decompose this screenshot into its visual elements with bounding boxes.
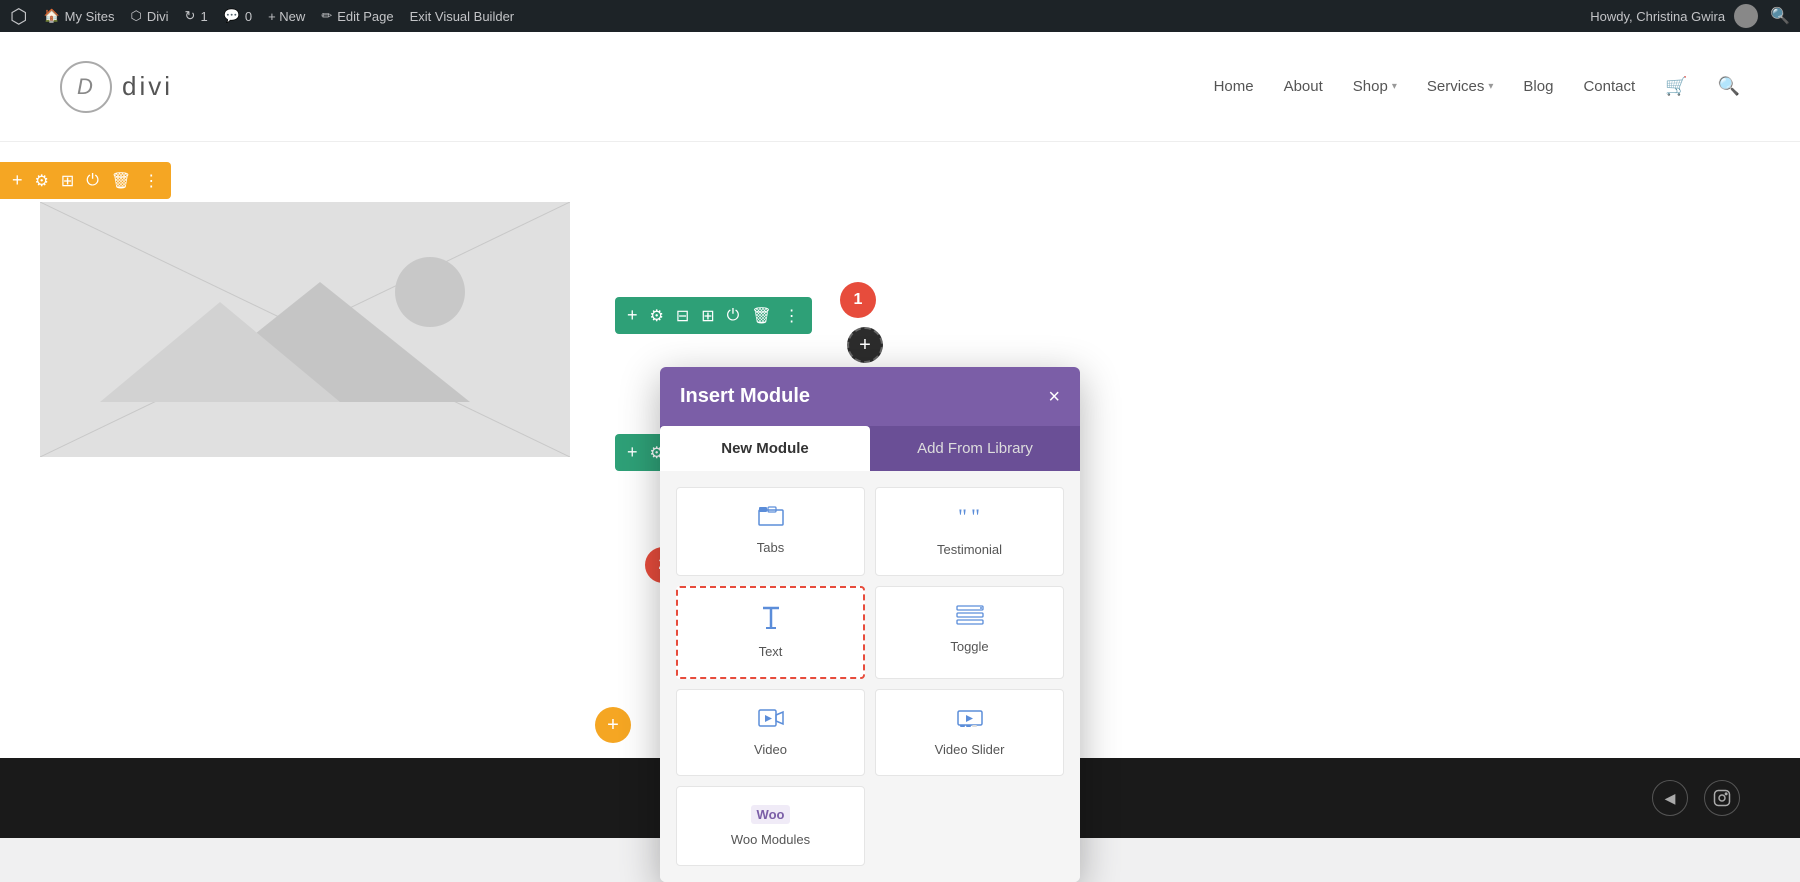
divi-icon: ⬡ <box>131 8 142 24</box>
module-video[interactable]: Video <box>676 689 865 776</box>
site-navigation: Home About Shop ▾ Services ▾ Blog Contac… <box>1214 76 1740 97</box>
video-label: Video <box>754 742 787 757</box>
footer-social: ◀ <box>1652 780 1740 816</box>
section-settings-btn[interactable]: ⚙ <box>35 171 49 191</box>
dialog-title: Insert Module <box>680 385 810 408</box>
nav-blog[interactable]: Blog <box>1523 78 1553 95</box>
add-row2-btn[interactable]: + <box>627 442 638 463</box>
section-more-btn[interactable]: ⋮ <box>143 171 159 191</box>
site-logo[interactable]: D divi <box>60 61 173 113</box>
module-text[interactable]: Text <box>676 586 865 679</box>
module-testimonial[interactable]: " " Testimonial <box>875 487 1064 576</box>
svg-text:": " <box>971 506 980 528</box>
logo-circle: D <box>60 61 112 113</box>
nav-contact[interactable]: Contact <box>1583 78 1635 95</box>
search-icon[interactable]: 🔍 <box>1770 6 1790 26</box>
svg-text:": " <box>958 506 967 528</box>
user-avatar <box>1734 4 1758 28</box>
arrow-left-icon[interactable]: ◀ <box>1652 780 1688 816</box>
module-video-slider[interactable]: Video Slider <box>875 689 1064 776</box>
section-delete-btn[interactable]: 🗑 <box>111 171 131 191</box>
my-sites-link[interactable]: 🏠 My Sites <box>43 8 114 24</box>
tab-new-module[interactable]: New Module <box>660 426 870 471</box>
dialog-tabs: New Module Add From Library <box>660 426 1080 471</box>
site-header: D divi Home About Shop ▾ Services ▾ Blog… <box>0 32 1800 142</box>
comments-icon: 💬 <box>224 8 240 24</box>
exit-builder-link[interactable]: Exit Visual Builder <box>410 9 515 24</box>
row-columns-btn[interactable]: ⊞ <box>701 306 714 326</box>
nav-about[interactable]: About <box>1284 78 1323 95</box>
user-greeting[interactable]: Howdy, Christina Gwira <box>1590 4 1758 28</box>
tabs-icon <box>758 506 784 532</box>
search-icon[interactable]: 🔍 <box>1718 76 1740 97</box>
tabs-label: Tabs <box>757 540 784 555</box>
edit-page-link[interactable]: ✏ Edit Page <box>321 8 393 24</box>
new-link[interactable]: + New <box>268 9 305 24</box>
row-layout-btn[interactable]: ⊟ <box>676 306 689 326</box>
insert-module-dialog: Insert Module × New Module Add From Libr… <box>660 367 1080 882</box>
section-toolbar: + ⚙ ⊞ ⏻ 🗑 ⋮ <box>0 162 171 199</box>
nav-services[interactable]: Services ▾ <box>1427 78 1494 95</box>
page-content: + ⚙ ⊞ ⏻ 🗑 ⋮ + ⚙ ⊟ ⊞ ⏻ 🗑 ⋮ 1 + <box>0 142 1800 838</box>
dialog-body: Tabs " " Testimonial <box>660 471 1080 882</box>
video-slider-label: Video Slider <box>935 742 1005 757</box>
nav-home[interactable]: Home <box>1214 78 1254 95</box>
module-woo[interactable]: Woo Woo Modules <box>676 786 865 866</box>
testimonial-label: Testimonial <box>937 542 1002 557</box>
woo-icon: Woo <box>751 805 791 824</box>
shop-chevron-icon: ▾ <box>1392 81 1397 92</box>
my-sites-icon: 🏠 <box>43 8 59 24</box>
edit-icon: ✏ <box>321 8 332 24</box>
services-chevron-icon: ▾ <box>1488 81 1493 92</box>
badge-1: 1 <box>840 282 876 318</box>
wordpress-icon[interactable]: ⬡ <box>10 4 27 29</box>
updates-link[interactable]: ↻ 1 <box>185 8 208 24</box>
cart-icon[interactable]: 🛒 <box>1665 76 1687 97</box>
row-more-btn[interactable]: ⋮ <box>784 306 800 326</box>
image-placeholder <box>40 202 570 457</box>
toggle-label: Toggle <box>950 639 988 654</box>
add-module-btn[interactable]: + <box>847 327 883 363</box>
text-label: Text <box>759 644 783 659</box>
dialog-close-btn[interactable]: × <box>1048 387 1060 407</box>
testimonial-icon: " " <box>957 506 983 534</box>
instagram-icon[interactable] <box>1704 780 1740 816</box>
divi-link[interactable]: ⬡ Divi <box>131 8 169 24</box>
video-icon <box>758 708 784 734</box>
row-delete-btn[interactable]: 🗑 <box>751 306 771 326</box>
module-tabs[interactable]: Tabs <box>676 487 865 576</box>
admin-bar: ⬡ 🏠 My Sites ⬡ Divi ↻ 1 💬 0 + New ✏ Edit… <box>0 0 1800 32</box>
nav-shop[interactable]: Shop ▾ <box>1353 78 1397 95</box>
section-columns-btn[interactable]: ⊞ <box>61 171 74 191</box>
woo-label: Woo Modules <box>731 832 810 847</box>
comments-link[interactable]: 💬 0 <box>224 8 252 24</box>
updates-icon: ↻ <box>185 8 196 24</box>
add-row-btn[interactable]: + <box>627 305 638 326</box>
dialog-header: Insert Module × <box>660 367 1080 426</box>
section-power-btn[interactable]: ⏻ <box>86 172 99 190</box>
add-section-btn-footer[interactable]: + <box>595 707 631 743</box>
row-settings-btn[interactable]: ⚙ <box>650 306 664 326</box>
row-power-btn[interactable]: ⏻ <box>727 307 740 325</box>
tab-add-from-library[interactable]: Add From Library <box>870 426 1080 471</box>
text-icon <box>760 606 782 636</box>
module-toggle[interactable]: Toggle <box>875 586 1064 679</box>
toggle-icon <box>956 605 984 631</box>
admin-bar-right: Howdy, Christina Gwira 🔍 <box>1590 4 1790 28</box>
add-section-btn[interactable]: + <box>12 170 23 191</box>
video-slider-icon <box>956 708 984 734</box>
row-toolbar-1: + ⚙ ⊟ ⊞ ⏻ 🗑 ⋮ <box>615 297 812 334</box>
